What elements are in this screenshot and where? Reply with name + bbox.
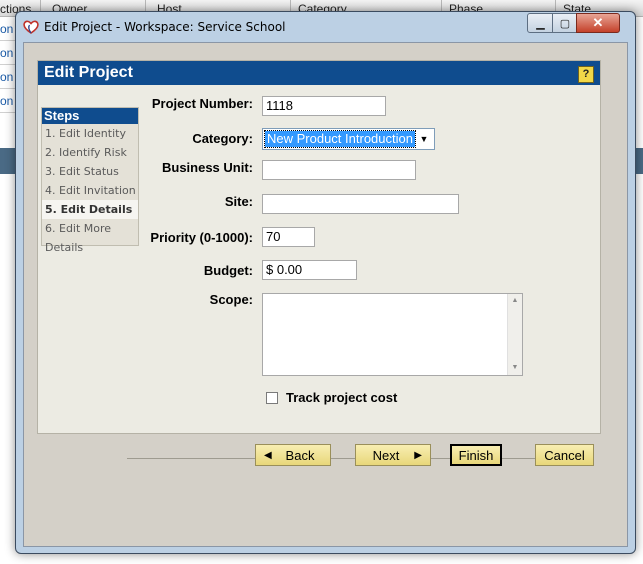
chevron-down-icon[interactable]: ▼ xyxy=(416,131,432,147)
back-button-label: Back xyxy=(285,447,315,463)
window-titlebar[interactable]: Edit Project - Workspace: Service School… xyxy=(16,12,635,42)
scope-label: Scope: xyxy=(209,292,253,307)
back-button[interactable]: ◀ Back xyxy=(255,444,331,466)
site-input[interactable] xyxy=(262,194,459,214)
edit-project-panel: Edit Project ? Steps 1. Edit Identity 2.… xyxy=(37,60,601,434)
arrow-left-icon: ◀ xyxy=(264,450,272,461)
category-label: Category: xyxy=(192,131,253,146)
arrow-right-icon: ▶ xyxy=(414,450,422,461)
scroll-down-icon[interactable]: ▼ xyxy=(508,361,522,375)
edit-project-dialog: Edit Project - Workspace: Service School… xyxy=(15,11,636,554)
maximize-button[interactable]: ▢ xyxy=(552,13,578,33)
help-button[interactable]: ? xyxy=(578,66,594,83)
steps-sidebar: Steps 1. Edit Identity 2. Identify Risk … xyxy=(41,107,139,254)
app-logo-icon xyxy=(23,20,39,34)
cancel-button[interactable]: Cancel xyxy=(535,444,594,466)
panel-header: Edit Project ? xyxy=(38,61,600,85)
priority-label: Priority (0-1000): xyxy=(150,230,253,245)
category-select[interactable]: New Product Introduction ▼ xyxy=(262,128,435,150)
bg-row-link[interactable]: on xyxy=(0,22,13,36)
panel-title: Edit Project xyxy=(44,64,133,81)
project-number-label: Project Number: xyxy=(151,96,253,111)
budget-input[interactable]: $ 0.00 xyxy=(262,260,357,280)
track-cost-label[interactable]: Track project cost xyxy=(286,390,397,405)
dialog-client-area: Edit Project ? Steps 1. Edit Identity 2.… xyxy=(23,42,628,547)
scroll-up-icon[interactable]: ▲ xyxy=(508,294,522,308)
minimize-button[interactable]: ▁ xyxy=(527,13,554,33)
bg-row-link[interactable]: on xyxy=(0,94,13,108)
business-unit-label: Business Unit: xyxy=(161,160,253,175)
scope-scrollbar[interactable]: ▲ ▼ xyxy=(507,294,522,375)
next-button-label: Next xyxy=(372,447,400,463)
project-number-input[interactable]: 1118 xyxy=(262,96,386,116)
bg-row-link[interactable]: on xyxy=(0,46,13,60)
site-label: Site: xyxy=(224,194,253,209)
scope-textarea[interactable]: ▲ ▼ xyxy=(262,293,523,376)
track-cost-checkbox[interactable] xyxy=(266,392,278,404)
next-button[interactable]: Next ▶ xyxy=(355,444,431,466)
business-unit-input[interactable] xyxy=(262,160,416,180)
category-selected-value: New Product Introduction xyxy=(264,130,416,148)
bg-row-link[interactable]: on xyxy=(0,70,13,84)
close-button[interactable]: ✕ xyxy=(576,13,620,33)
budget-label: Budget: xyxy=(203,263,253,278)
window-title: Edit Project - Workspace: Service School xyxy=(44,20,286,34)
priority-input[interactable]: 70 xyxy=(262,227,315,247)
finish-button[interactable]: Finish xyxy=(450,444,502,466)
